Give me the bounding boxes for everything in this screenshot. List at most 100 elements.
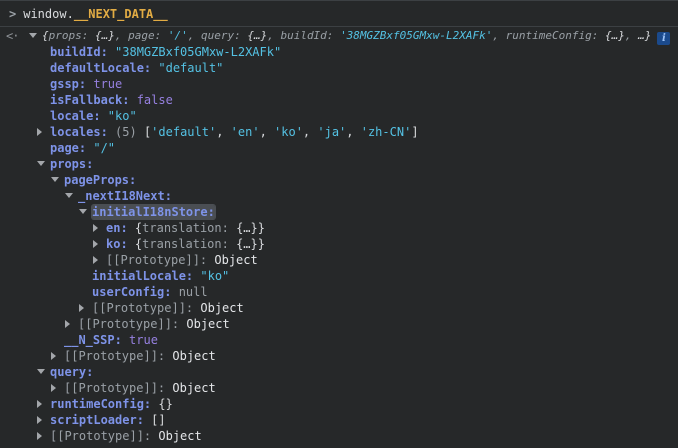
token: props:	[50, 157, 94, 171]
row-runtimeConfig: runtimeConfig: {}	[0, 396, 678, 412]
triangle-right-icon[interactable]	[93, 236, 106, 252]
row-initialLocale: initialLocale: "ko"	[0, 268, 678, 284]
token: [[Prototype]]:	[64, 349, 173, 363]
triangle-right-icon[interactable]	[93, 220, 106, 236]
triangle-right-icon[interactable]	[79, 300, 92, 316]
triangle-down-icon[interactable]	[79, 204, 92, 220]
triangle-right-icon[interactable]	[37, 396, 50, 412]
token: {…}	[604, 29, 625, 42]
highlighted-token: initialI18nStore:	[92, 205, 215, 219]
token: 'default'	[151, 125, 217, 139]
token: 'ko'	[274, 125, 303, 139]
token: "default"	[158, 61, 224, 75]
input-property-text: __NEXT_DATA__	[73, 6, 168, 21]
token: "/"	[93, 141, 116, 155]
input-object-text: window.	[23, 6, 74, 21]
triangle-down-icon[interactable]	[37, 156, 50, 172]
token: locale:	[50, 109, 108, 123]
token: [[Prototype]]:	[106, 253, 215, 267]
row-query: query:	[0, 364, 678, 380]
triangle-right-icon[interactable]	[51, 348, 64, 364]
triangle-right-icon[interactable]	[37, 124, 50, 140]
token: {…}	[247, 29, 268, 42]
triangle-right-icon[interactable]	[51, 380, 64, 396]
token: props:	[48, 29, 95, 42]
token: translation:	[142, 237, 237, 251]
row-nextI18Next: _nextI18Next:	[0, 188, 678, 204]
row-page: page: "/"	[0, 140, 678, 156]
devtools-console-panel: > window.__NEXT_DATA__ <· {props: {…}, pa…	[0, 0, 678, 448]
token: ,	[216, 125, 231, 139]
row-en: en: {translation: {…}}	[0, 220, 678, 236]
token: ,	[302, 125, 318, 139]
console-prompt-icon: >	[9, 6, 17, 21]
token: translation:	[142, 221, 237, 235]
token: "38MGZBxf05GMxw-L2XAFk"	[115, 45, 282, 59]
row-locale: locale: "ko"	[0, 108, 678, 124]
token: locales:	[50, 125, 116, 139]
token: "ko"	[107, 109, 137, 123]
token: gssp:	[50, 77, 94, 91]
triangle-right-icon[interactable]	[37, 412, 50, 428]
token: Object	[158, 429, 202, 443]
token: userConfig:	[92, 285, 179, 299]
token: …}	[638, 29, 652, 42]
token: _nextI18Next:	[78, 189, 172, 203]
triangle-down-icon[interactable]	[65, 188, 78, 204]
token: Object	[186, 317, 230, 331]
token: en:	[106, 221, 135, 235]
token: ,	[259, 125, 275, 139]
token: (5)	[115, 125, 144, 139]
token: {}	[158, 397, 173, 411]
token: Object	[200, 301, 244, 315]
token: false	[136, 93, 173, 107]
token: 'en'	[230, 125, 260, 139]
row-prototype: [[Prototype]]: Object	[0, 348, 678, 364]
token: [[Prototype]]:	[64, 381, 173, 395]
row-prototype: [[Prototype]]: Object	[0, 380, 678, 396]
token: isFallback:	[50, 93, 137, 107]
token: ,	[346, 125, 361, 139]
triangle-right-icon[interactable]	[93, 252, 106, 268]
row-isFallback: isFallback: false	[0, 92, 678, 108]
token: ]	[411, 125, 419, 139]
triangle-down-icon[interactable]	[51, 172, 64, 188]
token: 'zh-CN'	[360, 125, 412, 139]
triangle-down-icon[interactable]	[37, 364, 50, 380]
row-scriptLoader: scriptLoader: []	[0, 412, 678, 428]
token: '/'	[167, 29, 188, 42]
token: [[Prototype]]:	[78, 317, 187, 331]
token: Object	[214, 253, 258, 267]
console-tree: <· {props: {…}, page: '/', query: {…}, bu…	[0, 27, 678, 444]
token: pageProps:	[64, 173, 137, 187]
console-input[interactable]: > window.__NEXT_DATA__	[0, 0, 678, 27]
token: '38MGZBxf05GMxw-L2XAFk'	[340, 29, 493, 42]
token: query:	[50, 365, 94, 379]
token: page:	[50, 141, 94, 155]
triangle-right-icon[interactable]	[65, 316, 78, 332]
row-pageProps: pageProps:	[0, 172, 678, 188]
triangle-down-icon[interactable]	[29, 28, 42, 44]
row-gssp: gssp: true	[0, 76, 678, 92]
row-ko: ko: {translation: {…}}	[0, 236, 678, 252]
row-N-SSP: __N_SSP: true	[0, 332, 678, 348]
token: ,	[624, 29, 639, 42]
token: 'ja'	[317, 125, 347, 139]
token: ko:	[106, 237, 135, 251]
token: , buildId:	[267, 29, 341, 42]
token: [[Prototype]]:	[92, 301, 201, 315]
token: {…}	[94, 29, 115, 42]
row-prototype: [[Prototype]]: Object	[0, 316, 678, 332]
returned-value-icon: <·	[6, 29, 19, 43]
token: , runtimeConfig:	[492, 29, 605, 42]
row-props: props:	[0, 156, 678, 172]
token: buildId:	[50, 45, 116, 59]
token: , query:	[187, 29, 248, 42]
result-preview: <· {props: {…}, page: '/', query: {…}, bu…	[0, 28, 678, 45]
token: {	[42, 29, 49, 42]
token: true	[93, 77, 123, 91]
token: Object	[172, 349, 216, 363]
token: []	[151, 413, 166, 427]
token: [[Prototype]]:	[50, 429, 159, 443]
triangle-right-icon[interactable]	[37, 428, 50, 444]
